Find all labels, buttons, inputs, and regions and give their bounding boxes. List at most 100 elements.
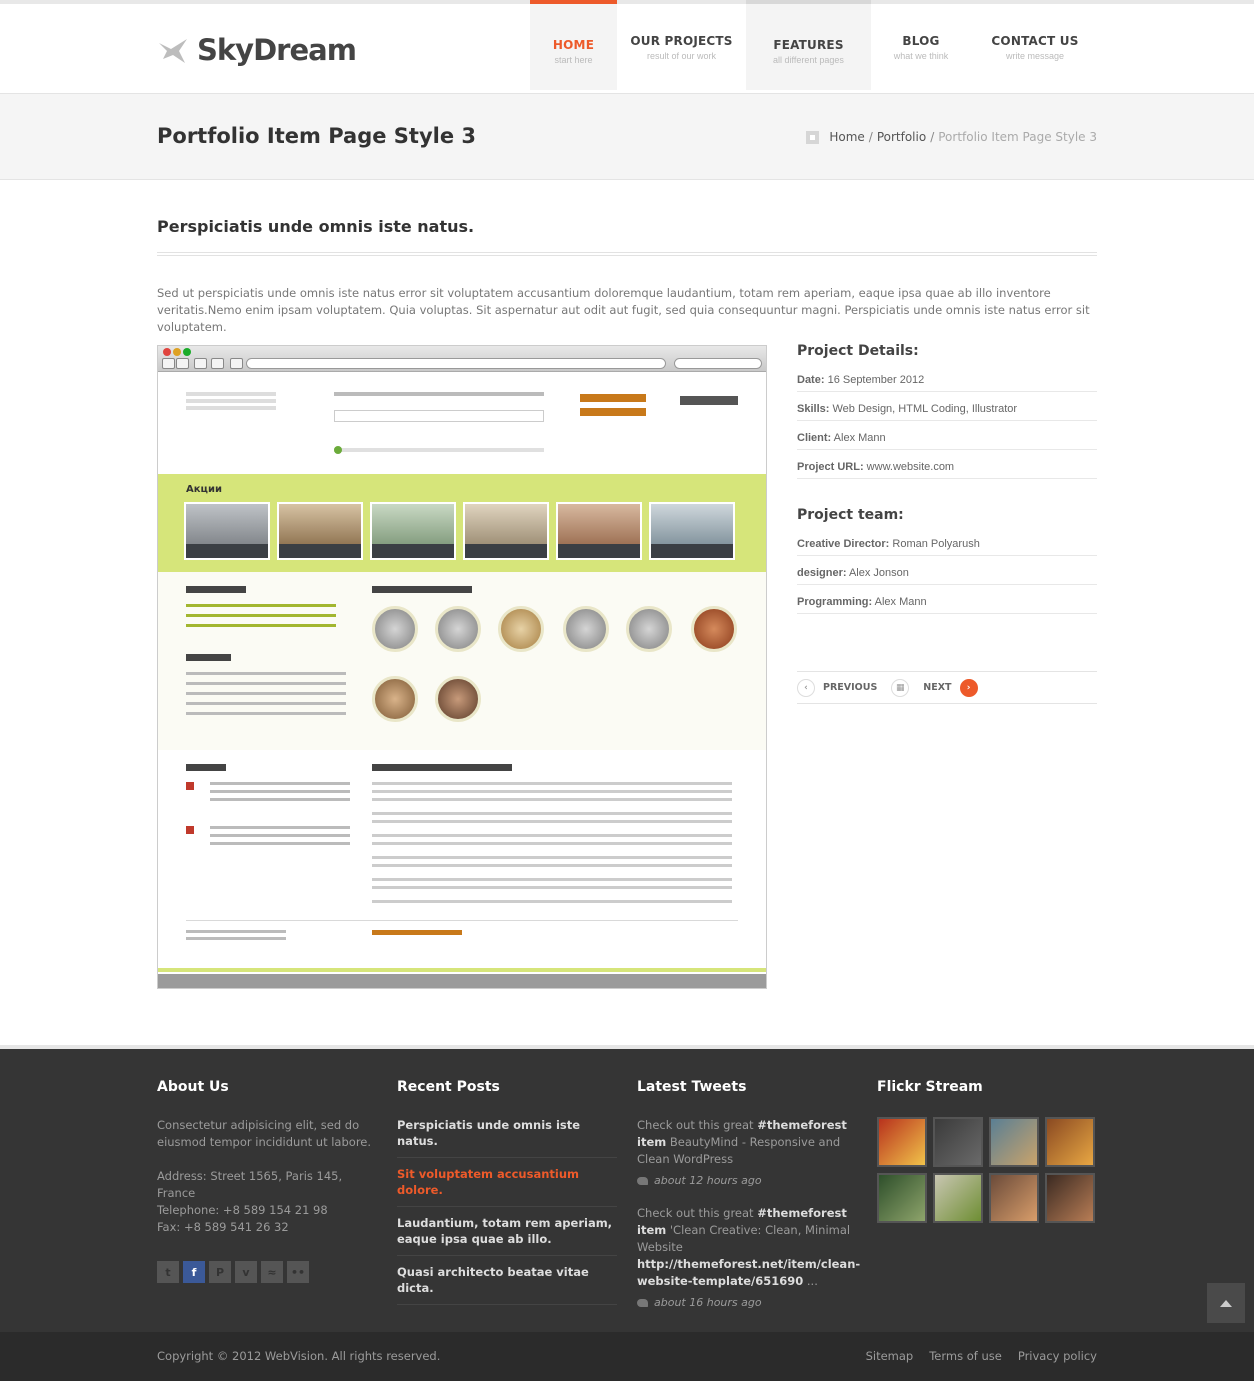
mock-circle	[435, 606, 481, 652]
pinterest-icon[interactable]: P	[209, 1261, 231, 1283]
nav-sub: write message	[1005, 51, 1065, 61]
browser-chrome	[158, 346, 766, 372]
detail-value: Alex Mann	[831, 432, 886, 444]
chevron-left-icon[interactable]: ‹	[797, 678, 815, 697]
recent-post-link[interactable]: Sit voluptatem accusantium dolore.	[397, 1158, 617, 1207]
nav-sub: start here	[554, 55, 593, 65]
detail-client: Client: Alex Mann	[797, 421, 1097, 450]
twitter-icon[interactable]: t	[157, 1261, 179, 1283]
flickr-thumb[interactable]	[1045, 1173, 1095, 1223]
nav-features[interactable]: FEATURES all different pages	[746, 0, 871, 90]
team-name: Alex Mann	[872, 596, 927, 608]
flickr-thumb[interactable]	[989, 1173, 1039, 1223]
previous-button[interactable]: PREVIOUS	[823, 682, 877, 693]
breadcrumb-home[interactable]: Home	[829, 130, 864, 144]
facebook-icon[interactable]: f	[183, 1261, 205, 1283]
detail-date: Date: 16 September 2012	[797, 373, 1097, 392]
nav-sub: what we think	[893, 51, 949, 61]
divider	[157, 252, 1097, 256]
mock-promo-title: Акции	[186, 484, 222, 495]
grid-icon[interactable]: ▦	[891, 678, 910, 697]
mock-links	[186, 604, 336, 607]
tweet-time-text: about 12 hours ago	[654, 1174, 762, 1187]
detail-value[interactable]: www.website.com	[864, 461, 954, 473]
footer-bottom-bar: Copyright © 2012 WebVision. All rights r…	[0, 1332, 1254, 1381]
mock-tile	[556, 502, 642, 560]
flickr-thumb[interactable]	[933, 1117, 983, 1167]
social-links: t f P v ≈ ••	[157, 1261, 377, 1283]
team-name: Alex Jonson	[846, 567, 909, 579]
flickr-thumb[interactable]	[1045, 1117, 1095, 1167]
flickr-grid	[877, 1117, 1097, 1223]
detail-key: Date:	[797, 374, 825, 386]
browser-back-icon	[162, 358, 175, 369]
mock-news-section	[158, 750, 766, 986]
mock-tile	[277, 502, 363, 560]
sitemap-link[interactable]: Sitemap	[866, 1349, 914, 1363]
footer-about: About Us Consectetur adipisicing elit, s…	[157, 1079, 377, 1283]
mock-tile	[463, 502, 549, 560]
tweet-text: Check out this great #themeforest item '…	[637, 1205, 860, 1290]
tweet-time-text: about 16 hours ago	[654, 1296, 762, 1309]
next-button[interactable]: NEXT	[923, 682, 951, 693]
tweet-link[interactable]: http://themeforest.net/item/clean-websit…	[637, 1257, 860, 1288]
page-title: Portfolio Item Page Style 3	[157, 124, 476, 148]
team-role: Programming:	[797, 596, 873, 608]
nav-sub: result of our work	[646, 51, 717, 61]
footer-latest-tweets: Latest Tweets Check out this great #them…	[637, 1079, 860, 1327]
mock-circle	[372, 606, 418, 652]
recent-post-link[interactable]: Laudantium, totam rem aperiam, eaque ips…	[397, 1207, 617, 1256]
nav-label: CONTACT US	[991, 34, 1079, 48]
mock-cart	[334, 448, 544, 452]
flickr-thumb[interactable]	[989, 1117, 1039, 1167]
team-name: Roman Polyarush	[889, 538, 980, 550]
project-screenshot[interactable]: Акции	[157, 345, 767, 989]
mock-heading	[186, 764, 226, 771]
mock-circle	[498, 606, 544, 652]
recent-post-link[interactable]: Perspiciatis unde omnis iste natus.	[397, 1117, 617, 1158]
terms-link[interactable]: Terms of use	[929, 1349, 1002, 1363]
project-heading: Perspiciatis unde omnis iste natus.	[157, 217, 475, 236]
project-team-title: Project team:	[797, 507, 904, 523]
mock-cart-icon	[334, 446, 342, 454]
nav-sub: all different pages	[773, 55, 844, 65]
nav-our-projects[interactable]: OUR PROJECTS result of our work	[617, 4, 746, 94]
chevron-right-icon[interactable]: ›	[959, 678, 978, 697]
site-logo[interactable]: SkyDream	[157, 30, 357, 70]
nav-home[interactable]: HOME start here	[530, 0, 617, 90]
mock-dates	[186, 782, 194, 790]
flickr-thumb[interactable]	[877, 1117, 927, 1167]
nav-contact-us[interactable]: CONTACT US write message	[971, 4, 1099, 94]
window-close-icon	[163, 348, 171, 356]
breadcrumb-portfolio[interactable]: Portfolio	[877, 130, 926, 144]
tweet-body: BeautyMind - Responsive and Clean WordPr…	[637, 1135, 841, 1166]
privacy-link[interactable]: Privacy policy	[1018, 1349, 1097, 1363]
browser-forward-icon	[176, 358, 189, 369]
logo-text: SkyDream	[197, 33, 357, 67]
mock-categories	[158, 572, 766, 750]
detail-url: Project URL: www.website.com	[797, 450, 1097, 479]
mock-circle	[435, 676, 481, 722]
detail-value: Web Design, HTML Coding, Illustrator	[829, 403, 1018, 415]
mock-scrollbar	[158, 974, 766, 988]
tweet-time: about 16 hours ago	[637, 1296, 857, 1309]
flickr-thumb[interactable]	[877, 1173, 927, 1223]
window-maximize-icon	[183, 348, 191, 356]
flickr-thumb[interactable]	[933, 1173, 983, 1223]
flickr-icon[interactable]: ••	[287, 1261, 309, 1283]
rss-icon[interactable]: ≈	[261, 1261, 283, 1283]
mock-bottom-strip	[158, 968, 766, 972]
nav-blog[interactable]: BLOG what we think	[871, 4, 971, 94]
nav-label: OUR PROJECTS	[630, 34, 733, 48]
project-team: Project team: Creative Director: Roman P…	[797, 507, 1097, 614]
detail-skills: Skills: Web Design, HTML Coding, Illustr…	[797, 392, 1097, 421]
back-to-top-icon[interactable]	[1207, 1283, 1245, 1323]
recent-post-link[interactable]: Quasi architecto beatae vitae dicta.	[397, 1256, 617, 1305]
mock-circle	[691, 606, 737, 652]
copyright: Copyright © 2012 WebVision. All rights r…	[157, 1349, 441, 1363]
mock-promo-strip: Акции	[158, 474, 766, 572]
main-nav: HOME start here OUR PROJECTS result of o…	[530, 0, 1099, 94]
mock-footer-divider	[186, 920, 738, 921]
tweet-suffix: ...	[803, 1274, 818, 1288]
vimeo-icon[interactable]: v	[235, 1261, 257, 1283]
